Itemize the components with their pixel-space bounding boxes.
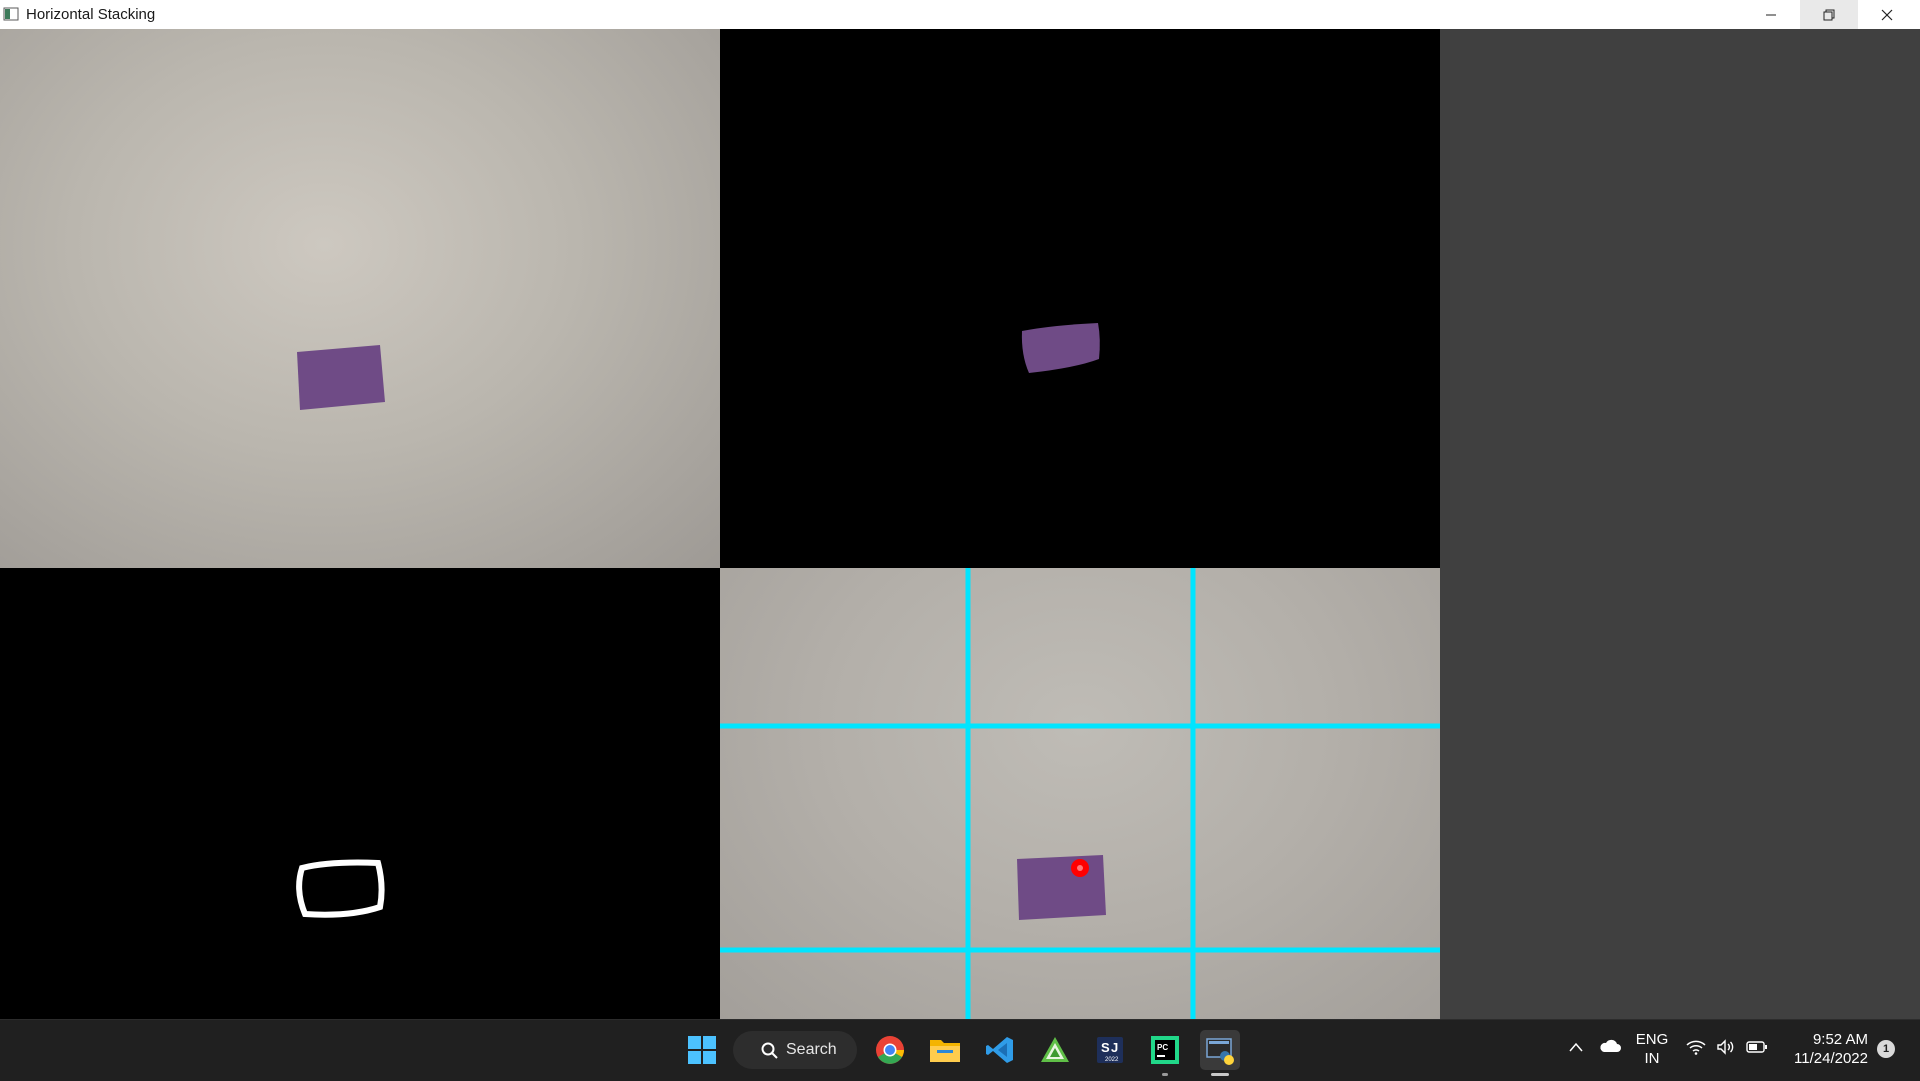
clock-date: 11/24/2022 bbox=[1794, 1050, 1868, 1067]
svg-text:J: J bbox=[1111, 1040, 1118, 1055]
file-explorer-button[interactable] bbox=[925, 1030, 965, 1070]
taskbar-search[interactable]: Search bbox=[733, 1031, 857, 1069]
app-green-icon bbox=[1041, 1037, 1069, 1062]
app-window-icon bbox=[3, 7, 19, 21]
clock-time: 9:52 AM bbox=[1812, 1031, 1868, 1048]
chrome-button[interactable] bbox=[870, 1030, 910, 1070]
window-client-area bbox=[0, 29, 1920, 1019]
clock[interactable]: 9:52 AM 11/24/2022 bbox=[1782, 1030, 1868, 1068]
notification-badge[interactable]: 1 bbox=[1877, 1040, 1895, 1058]
onedrive-cloud-icon bbox=[1600, 1039, 1621, 1052]
masked-object bbox=[1021, 323, 1100, 373]
contour-frame-canvas bbox=[296, 859, 385, 918]
purple-object bbox=[297, 345, 385, 410]
window-titlebar[interactable]: Horizontal Stacking bbox=[0, 0, 1920, 29]
masked-frame-canvas bbox=[1021, 323, 1100, 373]
svg-text:S: S bbox=[1101, 1040, 1110, 1055]
pycharm-running-indicator bbox=[1162, 1073, 1168, 1076]
chrome-icon bbox=[876, 1036, 904, 1064]
wifi-icon bbox=[1686, 1040, 1706, 1055]
start-button[interactable] bbox=[682, 1030, 722, 1070]
grid-frame-canvas bbox=[720, 568, 1440, 1019]
restore-icon bbox=[1823, 9, 1835, 20]
onedrive-button[interactable] bbox=[1599, 1039, 1621, 1058]
restore-button[interactable] bbox=[1800, 0, 1858, 29]
pycharm-icon: PC bbox=[1151, 1036, 1179, 1064]
vscode-icon bbox=[986, 1037, 1013, 1063]
vscode-button[interactable] bbox=[980, 1030, 1020, 1070]
region-label: IN bbox=[1644, 1050, 1660, 1067]
minimize-icon bbox=[1766, 14, 1776, 15]
grid-purple-object bbox=[1017, 855, 1106, 920]
app-2022-button[interactable]: S J 2022 bbox=[1090, 1030, 1130, 1070]
contour-frame-panel bbox=[0, 568, 720, 1019]
svg-text:PC: PC bbox=[1157, 1043, 1168, 1052]
close-icon bbox=[1881, 9, 1893, 20]
object-contour bbox=[296, 859, 385, 918]
grid-frame-panel bbox=[720, 568, 1440, 1019]
file-explorer-icon bbox=[930, 1040, 960, 1062]
search-icon bbox=[761, 1042, 778, 1059]
original-frame-panel bbox=[0, 29, 720, 568]
volume-icon bbox=[1717, 1039, 1734, 1055]
masked-frame-panel bbox=[720, 29, 1440, 568]
battery-icon bbox=[1746, 1041, 1767, 1053]
python-app-icon bbox=[1206, 1038, 1234, 1065]
start-icon bbox=[688, 1036, 716, 1064]
minimize-button[interactable] bbox=[1742, 0, 1800, 29]
taskbar: Search S J 2022 PC ENG IN 9:52 AM 11/24/… bbox=[0, 1019, 1920, 1081]
svg-text:2022: 2022 bbox=[1105, 1057, 1119, 1063]
python-app-button[interactable] bbox=[1200, 1030, 1240, 1076]
python-app-active-indicator bbox=[1211, 1073, 1229, 1076]
original-frame-canvas bbox=[297, 345, 385, 410]
language-indicator[interactable]: ENG IN bbox=[1626, 1030, 1678, 1068]
window-title: Horizontal Stacking bbox=[26, 6, 156, 23]
pycharm-button[interactable]: PC bbox=[1145, 1030, 1185, 1076]
language-label: ENG bbox=[1635, 1031, 1669, 1048]
green-app-button[interactable] bbox=[1035, 1030, 1075, 1070]
chevron-up-icon bbox=[1569, 1042, 1583, 1052]
show-hidden-icons-button[interactable] bbox=[1568, 1040, 1584, 1058]
search-label: Search bbox=[786, 1041, 837, 1058]
close-button[interactable] bbox=[1858, 0, 1916, 29]
app-2022-icon: S J 2022 bbox=[1097, 1037, 1123, 1063]
quick-settings-button[interactable] bbox=[1686, 1039, 1768, 1055]
